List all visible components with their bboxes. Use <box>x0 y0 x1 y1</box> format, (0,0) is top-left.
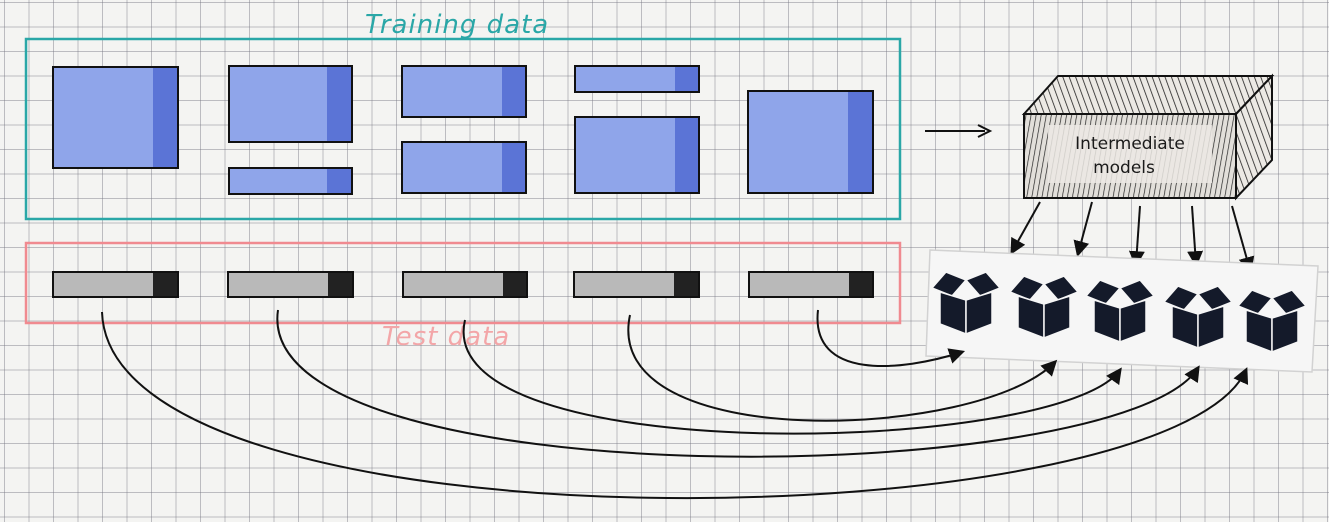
model-label-line1: Intermediate <box>1075 134 1185 154</box>
cross-validation-diagram: Intermediate models <box>24 37 1319 500</box>
training-fold-1 <box>52 66 179 169</box>
test-fold-3 <box>402 271 528 298</box>
test-fold-1 <box>52 271 179 298</box>
test-fold-4 <box>573 271 700 298</box>
training-fold-4 <box>574 65 700 194</box>
test-fold-5 <box>748 271 874 298</box>
training-fold-3 <box>401 65 527 194</box>
training-fold-2 <box>228 65 353 195</box>
training-fold-5 <box>747 90 874 194</box>
test-fold-2 <box>227 271 354 298</box>
arrow-right-icon <box>925 124 993 138</box>
model-label-line2: models <box>1093 158 1155 178</box>
model-block-icon: Intermediate models <box>1021 73 1275 201</box>
